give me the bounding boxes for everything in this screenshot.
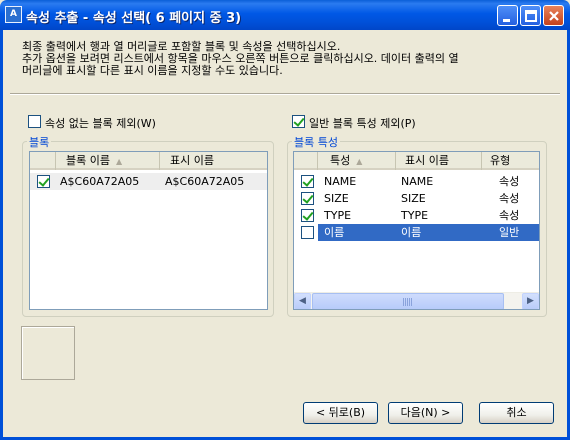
- maximize-button[interactable]: [520, 5, 541, 26]
- prop-row-display: NAME: [401, 175, 434, 188]
- cancel-button[interactable]: 취소: [479, 402, 554, 424]
- prop-row-selected[interactable]: 이름 이름 일반: [294, 224, 539, 241]
- window-frame-left: [0, 30, 3, 440]
- column-check[interactable]: [294, 152, 318, 170]
- instruction-line-3: 머리글에 표시할 다른 표시 이름을 지정할 수도 있습니다.: [22, 64, 283, 77]
- grip-icon: [403, 298, 413, 306]
- column-display-name[interactable]: 표시 이름: [160, 152, 267, 170]
- column-type[interactable]: 유형: [482, 152, 539, 170]
- block-row-display: A$C60A72A05: [165, 175, 245, 188]
- column-display-name-label: 표시 이름: [170, 154, 214, 167]
- prop-row-type: 속성: [499, 192, 520, 205]
- props-group-title: 블록 특성: [292, 134, 340, 150]
- exclude-general-props-checkbox[interactable]: [292, 115, 305, 128]
- prop-row-type: 일반: [499, 226, 520, 239]
- prop-row-checkbox[interactable]: [301, 209, 314, 222]
- column-display-name[interactable]: 표시 이름: [396, 152, 482, 170]
- prop-row-property: SIZE: [324, 192, 349, 205]
- scroll-right-button[interactable]: ▶: [522, 293, 539, 309]
- props-list-header: 특성 ▲ 표시 이름 유형: [294, 152, 539, 170]
- column-property-label: 특성: [330, 154, 351, 167]
- props-list[interactable]: 특성 ▲ 표시 이름 유형 NAME NAME 속성 SIZE SIZE 속성 T…: [293, 151, 540, 310]
- prop-row-type: 속성: [499, 175, 520, 188]
- block-row-name: A$C60A72A05: [60, 175, 140, 188]
- prop-row-display: TYPE: [401, 209, 429, 222]
- column-block-name[interactable]: 블록 이름 ▲: [56, 152, 160, 170]
- app-icon: A: [5, 6, 22, 23]
- prop-row[interactable]: NAME NAME 속성: [294, 173, 539, 190]
- column-property[interactable]: 특성 ▲: [318, 152, 396, 170]
- sort-ascending-icon: ▲: [356, 157, 363, 166]
- block-row-checkbox[interactable]: [37, 175, 50, 188]
- separator: [10, 93, 560, 95]
- prop-row[interactable]: SIZE SIZE 속성: [294, 190, 539, 207]
- title-bar[interactable]: A 속성 추출 - 속성 선택( 6 페이지 중 3): [0, 0, 570, 30]
- scroll-thumb[interactable]: [312, 293, 504, 309]
- prop-row[interactable]: TYPE TYPE 속성: [294, 207, 539, 224]
- block-row[interactable]: A$C60A72A05 A$C60A72A05: [30, 173, 267, 190]
- blocks-group-title: 블록: [27, 134, 52, 150]
- column-display-name-label: 표시 이름: [405, 154, 449, 167]
- blocks-list-header: 블록 이름 ▲ 표시 이름: [30, 152, 267, 170]
- scroll-left-button[interactable]: ◀: [294, 293, 311, 309]
- prop-row-property: 이름: [324, 226, 345, 239]
- exclude-no-attr-checkbox[interactable]: [28, 115, 41, 128]
- column-block-name-label: 블록 이름: [66, 154, 110, 167]
- minimize-button[interactable]: [497, 5, 518, 26]
- prop-row-property: NAME: [324, 175, 357, 188]
- props-list-hscrollbar[interactable]: ◀ ▶: [294, 292, 539, 309]
- column-check[interactable]: [30, 152, 56, 170]
- next-button[interactable]: 다음(N) >: [388, 402, 463, 424]
- prop-row-checkbox[interactable]: [301, 226, 314, 239]
- prop-row-display: 이름: [401, 226, 422, 239]
- block-preview: [21, 326, 75, 380]
- column-type-label: 유형: [490, 154, 511, 167]
- prop-row-property: TYPE: [324, 209, 352, 222]
- prop-row-display: SIZE: [401, 192, 426, 205]
- sort-ascending-icon: ▲: [115, 157, 123, 166]
- blocks-list[interactable]: 블록 이름 ▲ 표시 이름 A$C60A72A05 A$C60A72A05: [29, 151, 268, 310]
- prop-row-checkbox[interactable]: [301, 192, 314, 205]
- exclude-general-props-label[interactable]: 일반 블록 특성 제외(P): [309, 115, 416, 131]
- exclude-no-attr-label[interactable]: 속성 없는 블록 제외(W): [45, 115, 156, 131]
- selected-row-highlight: 이름 이름 일반: [318, 224, 539, 241]
- window-title: 속성 추출 - 속성 선택( 6 페이지 중 3): [26, 11, 242, 26]
- prop-row-checkbox[interactable]: [301, 175, 314, 188]
- close-button[interactable]: [543, 5, 564, 26]
- back-button[interactable]: < 뒤로(B): [303, 402, 378, 424]
- prop-row-type: 속성: [499, 209, 520, 222]
